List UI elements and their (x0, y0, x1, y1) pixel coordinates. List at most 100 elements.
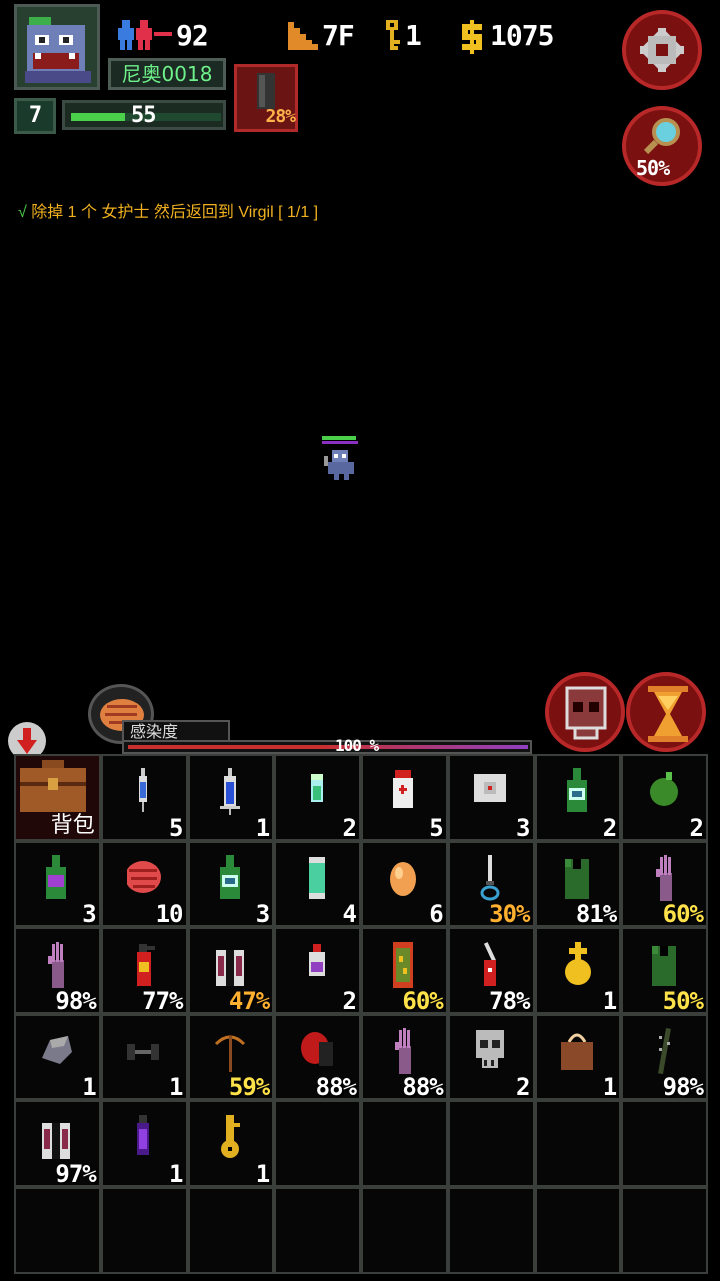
inventory-slot[interactable]: 3 (187, 840, 275, 928)
inventory-slot[interactable]: 60% (621, 840, 708, 929)
item-count: 2 (602, 813, 617, 842)
item-count: 47% (228, 986, 270, 1015)
item-count: 98% (662, 1073, 704, 1102)
purple-vial-icon (137, 1114, 150, 1155)
infection-bar-fill (128, 745, 528, 749)
inventory-slot[interactable]: 77% (100, 927, 188, 1015)
settings-button[interactable] (622, 10, 702, 90)
inventory-slot[interactable]: 10 (100, 840, 188, 928)
inventory-slot-empty[interactable] (187, 1186, 275, 1274)
knife-icon (480, 854, 500, 901)
inventory-slot[interactable]: 5 (361, 754, 448, 842)
inventory-slot[interactable]: 2 (534, 754, 622, 842)
inventory-slot-empty[interactable] (447, 1100, 535, 1187)
item-count: 1 (255, 1159, 270, 1188)
item-count: 2 (689, 813, 704, 842)
inventory-slot[interactable]: 3 (14, 840, 101, 929)
item-count: 1 (82, 1073, 96, 1102)
character-name: 尼奥0018 (108, 58, 226, 90)
item-count: 2 (516, 1073, 530, 1102)
attack-mode-button[interactable] (545, 672, 625, 752)
inventory-slot[interactable]: 81% (534, 840, 622, 929)
inventory-slot-empty[interactable] (100, 1186, 188, 1274)
inventory-slot-empty[interactable] (534, 1186, 622, 1274)
item-count: 88% (402, 1073, 443, 1102)
egg-icon (390, 861, 417, 896)
golden-cross-icon (564, 941, 591, 985)
zombie-avatar-icon (17, 7, 97, 87)
vial-green-icon (310, 774, 323, 803)
inventory-slot-empty[interactable] (361, 1100, 448, 1187)
inventory-grid: 背包 5 1 2 5 3 2 2 3 10 3 4 6 30% 81% 60% 98% 77% 47% 2 60% 78… (14, 754, 708, 1274)
wait-button[interactable] (626, 672, 706, 752)
inventory-slot[interactable]: 50% (621, 927, 708, 1015)
stone-icon (42, 1036, 73, 1065)
inventory-slot[interactable]: 1 (100, 1100, 188, 1188)
inventory-slot-empty[interactable] (361, 1186, 448, 1274)
fire-extinguisher-icon (137, 943, 156, 986)
inventory-slot[interactable]: 30% (447, 840, 535, 928)
key-icon (386, 20, 400, 50)
inventory-slot[interactable]: 4 (274, 840, 361, 928)
inventory-slot-empty[interactable] (447, 1186, 535, 1274)
green-vest-icon (651, 945, 676, 986)
search-button[interactable]: 50% (622, 106, 702, 186)
inventory-slot[interactable]: 97% (14, 1100, 101, 1188)
item-count: 81% (575, 900, 617, 929)
inventory-slot[interactable]: 2 (274, 754, 361, 842)
armor-button[interactable]: 28% (234, 64, 298, 132)
character-portrait[interactable] (14, 4, 100, 90)
inventory-slot[interactable]: 59% (187, 1013, 275, 1102)
inventory-slot[interactable]: 6 (361, 840, 448, 929)
inventory-slot-empty[interactable] (534, 1100, 622, 1187)
inventory-slot[interactable]: 98% (621, 1013, 708, 1102)
inventory-slot[interactable]: 88% (274, 1013, 361, 1101)
inventory-slot[interactable]: 2 (621, 754, 708, 842)
item-count: 3 (82, 900, 96, 929)
jacket-icon (42, 1122, 71, 1159)
zombie-sprite-icon (324, 450, 354, 480)
inventory-slot-empty[interactable] (621, 1100, 708, 1187)
item-count: 60% (662, 900, 704, 929)
player-character[interactable] (322, 436, 362, 482)
infection-bar (122, 740, 532, 754)
item-count: 2 (342, 813, 357, 842)
inventory-slot[interactable]: 60% (361, 927, 448, 1015)
inventory-slot[interactable]: 5 (100, 754, 188, 842)
inventory-slot-empty[interactable] (274, 1100, 361, 1187)
inventory-slot-empty[interactable] (14, 1186, 101, 1274)
magnifier-icon (643, 118, 680, 155)
inventory-slot-empty[interactable] (621, 1186, 708, 1274)
key-count: 1 (405, 19, 422, 52)
inventory-slot[interactable]: 1 (14, 1013, 101, 1102)
armor-slot-icon (257, 73, 275, 109)
briefcase-icon (20, 760, 86, 812)
item-count: 59% (228, 1073, 270, 1102)
inventory-slot-empty[interactable] (274, 1186, 361, 1274)
bag-button[interactable]: 背包 (14, 754, 101, 841)
inventory-slot[interactable]: 1 (534, 927, 622, 1015)
inventory-slot[interactable]: 1 (187, 754, 275, 842)
inventory-slot[interactable]: 3 (447, 754, 535, 842)
item-count: 6 (429, 900, 443, 929)
inventory-slot[interactable]: 1 (100, 1013, 188, 1101)
item-count: 50% (662, 986, 704, 1015)
player-hp-bar (322, 436, 356, 440)
syringe-blue-icon (219, 768, 240, 816)
item-count: 60% (402, 986, 443, 1015)
inventory-slot[interactable]: 88% (361, 1013, 448, 1102)
inventory-slot[interactable]: 98% (14, 927, 101, 1015)
inventory-slot[interactable]: 1 (187, 1100, 275, 1188)
inventory-slot[interactable]: 47% (187, 927, 275, 1015)
inventory-slot[interactable]: 78% (447, 927, 535, 1015)
quest-tracker[interactable]: √ 除掉 1 个 女护士 然后返回到 Virgil [ 1/1 ] (18, 198, 318, 222)
riot-shield-icon (393, 941, 414, 988)
inventory-slot[interactable]: 2 (447, 1013, 535, 1102)
bottle-green-icon (566, 768, 587, 813)
inventory-slot[interactable]: 1 (534, 1013, 622, 1101)
skull-mask-icon (565, 686, 607, 740)
item-count: 5 (429, 813, 443, 842)
swiss-knife-icon (484, 941, 497, 986)
inventory-slot[interactable]: 2 (274, 927, 361, 1015)
item-count: 2 (342, 986, 357, 1015)
